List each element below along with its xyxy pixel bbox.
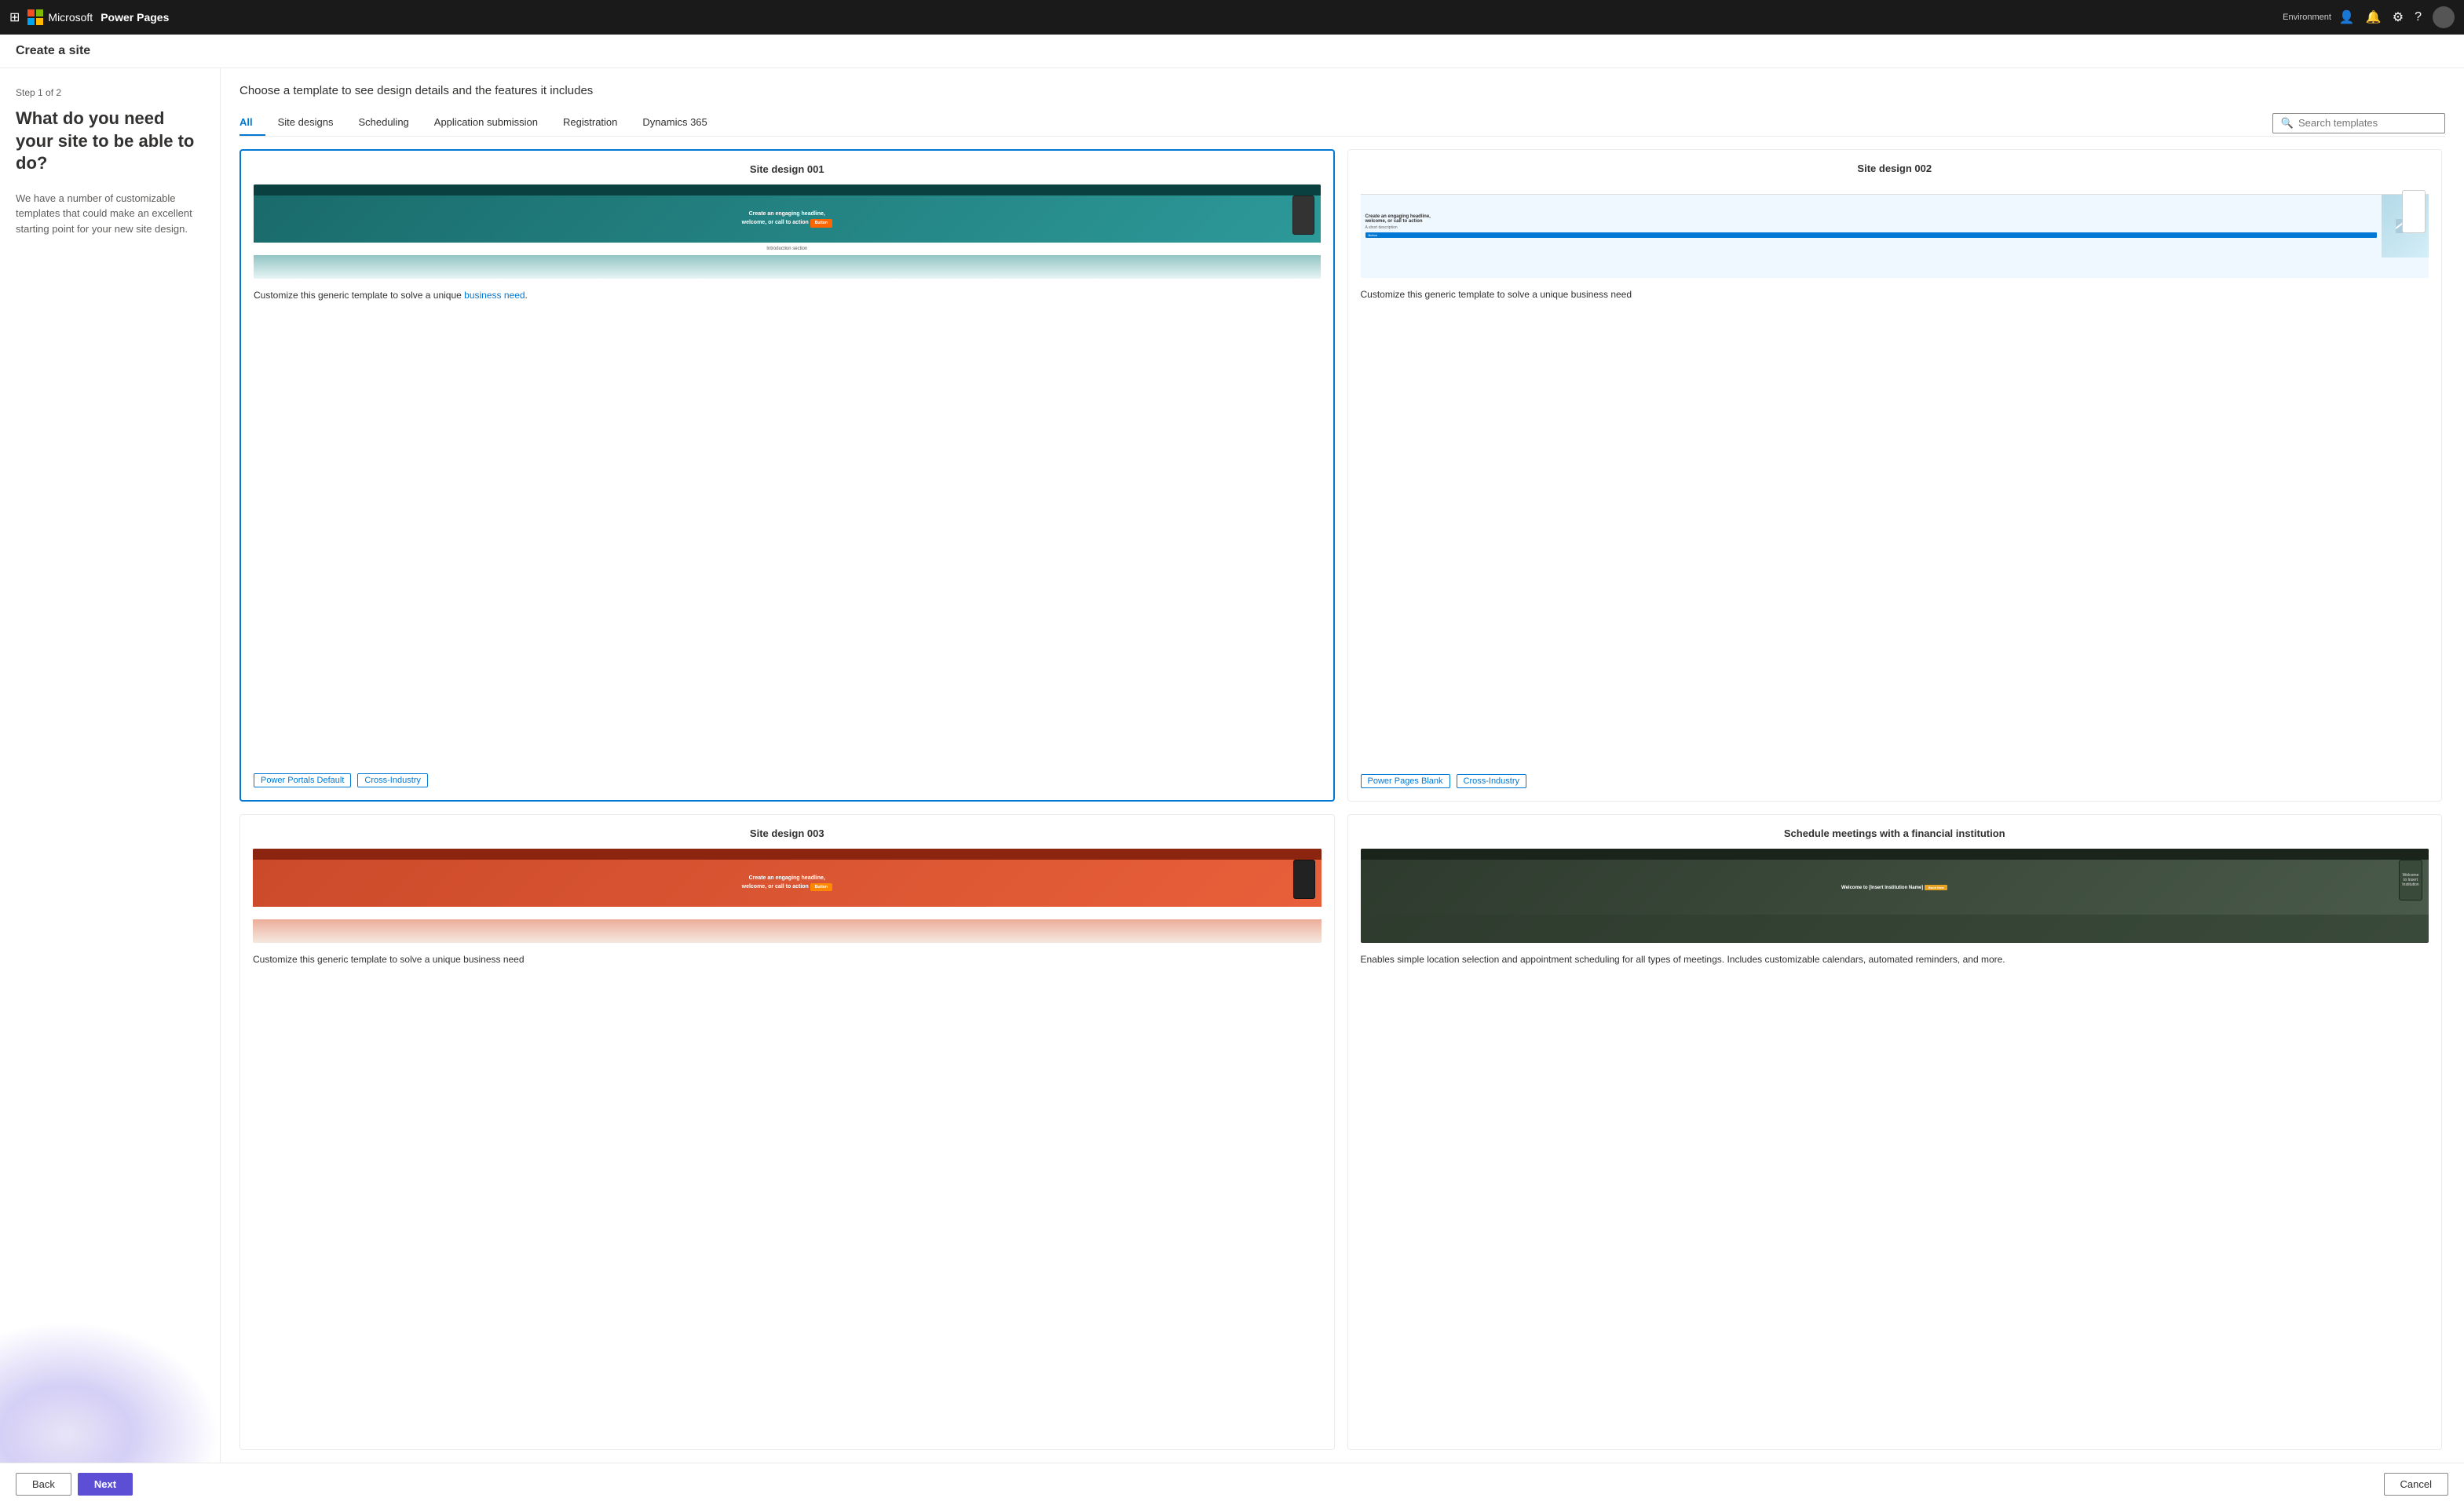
bell-icon[interactable]: 🔔: [2366, 9, 2382, 25]
brand-name: Microsoft: [48, 11, 93, 24]
search-box[interactable]: 🔍: [2272, 113, 2445, 133]
waffle-icon[interactable]: ⊞: [9, 9, 20, 25]
wizard-question: What do you need your site to be able to…: [16, 108, 204, 175]
ms-logo-squares: [27, 9, 43, 25]
person-icon[interactable]: 👤: [2339, 9, 2355, 25]
template-card-fin[interactable]: Schedule meetings with a financial insti…: [1347, 814, 2443, 1451]
templates-grid: Site design 001 Create an engaging headl…: [239, 149, 2445, 1463]
template-preview-001: Create an engaging headline,welcome, or …: [254, 184, 1321, 279]
tag-power-portals: Power Portals Default: [254, 773, 351, 787]
page-header: Create a site: [0, 35, 2464, 68]
tab-dynamics365[interactable]: Dynamics 365: [630, 110, 719, 136]
template-desc-003: Customize this generic template to solve…: [253, 952, 1322, 1428]
template-title-fin: Schedule meetings with a financial insti…: [1361, 827, 2429, 839]
next-button[interactable]: Next: [78, 1473, 133, 1496]
page-title: Create a site: [16, 44, 2448, 58]
wizard-description: We have a number of customizable templat…: [16, 191, 204, 237]
template-card-002[interactable]: Site design 002 Create an engaging headl…: [1347, 149, 2443, 802]
footer: Back Next Cancel: [0, 1463, 2464, 1505]
tab-all[interactable]: All: [239, 110, 265, 136]
template-preview-002: Create an engaging headline,welcome, or …: [1361, 184, 2429, 278]
tab-application-submission[interactable]: Application submission: [422, 110, 550, 136]
template-link-001[interactable]: business need: [464, 290, 525, 301]
template-title-002: Site design 002: [1361, 163, 2429, 174]
cancel-button[interactable]: Cancel: [2384, 1473, 2448, 1496]
search-input[interactable]: [2298, 117, 2437, 129]
topnav: ⊞ Microsoft Power Pages Environment 👤 🔔 …: [0, 0, 2464, 35]
template-tags-002: Power Pages Blank Cross-Industry: [1361, 774, 2429, 788]
template-title-003: Site design 003: [253, 827, 1322, 839]
tab-scheduling[interactable]: Scheduling: [345, 110, 421, 136]
tab-registration[interactable]: Registration: [550, 110, 630, 136]
template-desc-002: Customize this generic template to solve…: [1361, 287, 2429, 765]
environment-info: Environment: [2283, 13, 2331, 22]
template-card-003[interactable]: Site design 003 Create an engaging headl…: [239, 814, 1335, 1451]
tabs-bar: All Site designs Scheduling Application …: [239, 110, 2445, 137]
main-content: Step 1 of 2 What do you need your site t…: [0, 68, 2464, 1463]
app-name: Power Pages: [101, 11, 169, 24]
template-card-001[interactable]: Site design 001 Create an engaging headl…: [239, 149, 1335, 802]
back-button[interactable]: Back: [16, 1473, 71, 1496]
template-tags-001: Power Portals Default Cross-Industry: [254, 773, 1321, 787]
search-icon: 🔍: [2281, 117, 2294, 130]
tag-cross-industry-002: Cross-Industry: [1457, 774, 1527, 788]
avatar[interactable]: [2433, 6, 2455, 28]
tab-site-designs[interactable]: Site designs: [265, 110, 346, 136]
template-title-001: Site design 001: [254, 163, 1321, 175]
settings-icon[interactable]: ⚙: [2393, 9, 2404, 25]
template-preview-fin: Welcome to [Insert Institution Name] Boo…: [1361, 849, 2429, 943]
decoration: [0, 1321, 220, 1463]
topnav-icons: 👤 🔔 ⚙ ?: [2339, 6, 2455, 28]
help-icon[interactable]: ?: [2415, 10, 2422, 24]
env-label: Environment: [2283, 13, 2331, 22]
template-desc-fin: Enables simple location selection and ap…: [1361, 952, 2429, 1428]
step-label: Step 1 of 2: [16, 87, 204, 98]
template-preview-003: Create an engaging headline,welcome, or …: [253, 849, 1322, 943]
panel-title: Choose a template to see design details …: [239, 84, 2445, 97]
tag-power-pages-blank: Power Pages Blank: [1361, 774, 1450, 788]
left-panel: Step 1 of 2 What do you need your site t…: [0, 68, 220, 1463]
right-panel: Choose a template to see design details …: [221, 68, 2464, 1463]
ms-logo: Microsoft: [27, 9, 93, 25]
footer-actions: Back Next: [16, 1473, 133, 1496]
tag-cross-industry-001: Cross-Industry: [357, 773, 428, 787]
template-desc-001: Customize this generic template to solve…: [254, 288, 1321, 764]
